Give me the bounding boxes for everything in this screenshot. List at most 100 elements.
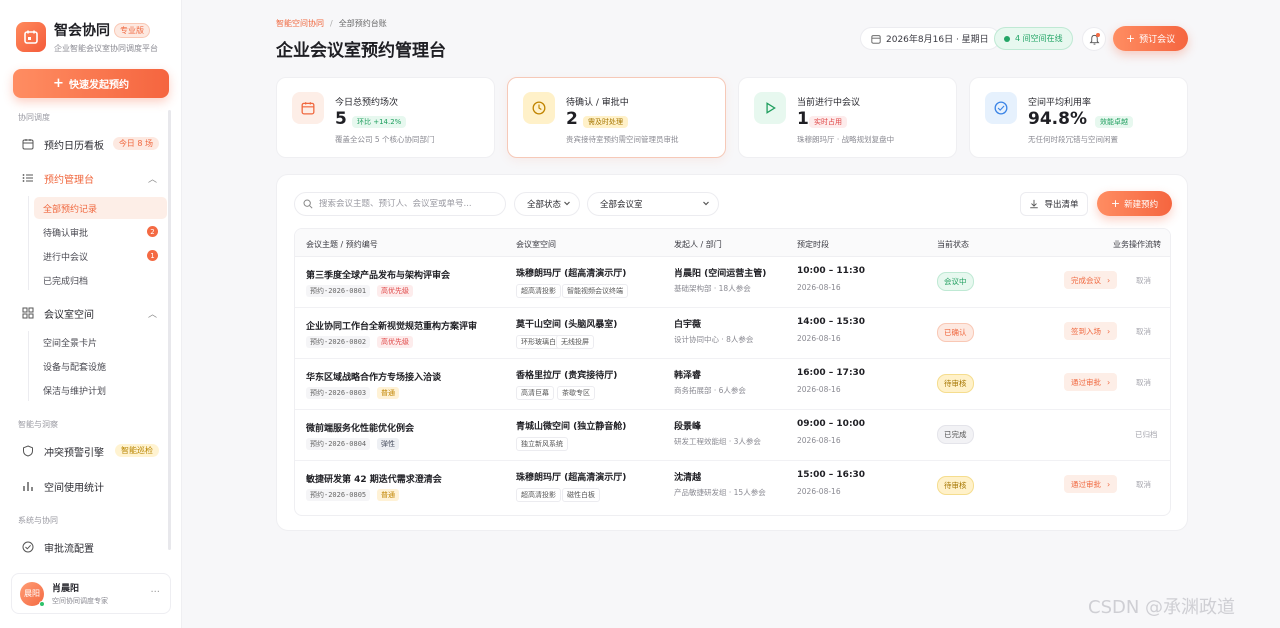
booking-id: 预约-2026-0802	[306, 336, 371, 348]
sub-in-progress[interactable]: 进行中会议 1	[34, 245, 167, 267]
in-progress-count-badge: 1	[147, 250, 158, 261]
nav-usage-stats[interactable]: 空间使用统计	[14, 474, 167, 498]
stat-card-pending[interactable]: 待确认 / 审批中 2 需及时处理 贵宾接待室预约需空间管理员审批	[507, 77, 726, 158]
user-card[interactable]: 晨阳 肖晨阳 空间协同调度专家 ···	[11, 573, 171, 614]
organizer-department: 研发工程效能组 · 3人参会	[674, 437, 761, 446]
user-role: 空间协同调度专家	[52, 597, 108, 605]
facility-tag: 茶歇专区	[557, 386, 595, 400]
chevron-up-icon: ︿	[147, 175, 157, 185]
row-action-button[interactable]: 通过审批 ›	[1064, 475, 1118, 493]
room-name: 珠穆朗玛厅 (超高清演示厅)	[516, 269, 627, 279]
priority-badge: 弹性	[377, 438, 399, 450]
nav-approval-flow[interactable]: 审批流配置	[14, 535, 167, 559]
sub-room-cards[interactable]: 空间全景卡片	[34, 331, 167, 353]
table-row[interactable]: 华东区域战略合作方专场接入洽谈 预约-2026-0803 普通 香格里拉厅 (贵宾接待…	[295, 359, 1170, 410]
avatar: 晨阳	[20, 581, 45, 607]
booking-date: 2026-08-16	[797, 334, 841, 343]
nav-calendar-board[interactable]: 预约日历看板 今日 8 场	[14, 132, 167, 156]
cancel-button[interactable]: 取消	[1136, 275, 1151, 286]
nav-room-space[interactable]: 会议室空间 ︿	[14, 301, 167, 325]
search-input[interactable]	[319, 199, 499, 209]
export-button[interactable]: 导出清单	[1020, 192, 1088, 216]
urgent-badge: 需及时处理	[583, 116, 628, 128]
facility-tag: 高清巨幕	[516, 386, 554, 400]
organizer-name: 韩泽睿	[674, 371, 702, 381]
table-header: 会议主题 / 预约编号 会议室空间 发起人 / 部门 预定时段 当前状态 业务操…	[295, 229, 1170, 257]
nav-booking-management[interactable]: 预约管理台 ︿	[14, 166, 167, 190]
status-dot	[1004, 35, 1010, 42]
chevron-down-icon	[702, 199, 710, 207]
brand-subtitle: 企业智能会议室协同调度平台	[54, 44, 158, 53]
time-slot: 09:00 – 10:00	[797, 419, 866, 429]
more-icon[interactable]: ···	[150, 587, 160, 598]
notification-bell-icon[interactable]	[1082, 27, 1106, 51]
plus-icon: +	[1110, 197, 1121, 210]
nav-conflict-engine[interactable]: 冲突预警引擎 智能巡检	[14, 439, 167, 463]
sub-all-bookings[interactable]: 全部预约记录	[34, 197, 167, 219]
booking-date: 2026-08-16	[797, 385, 841, 394]
cancel-button[interactable]: 取消	[1136, 479, 1151, 490]
stat-value: 5	[335, 109, 347, 129]
calendar-icon	[871, 34, 881, 44]
room-filter-select[interactable]: 全部会议室	[587, 192, 719, 216]
stat-value: 1	[797, 109, 809, 129]
chevron-right-icon: ›	[1107, 275, 1111, 285]
sub-equipment[interactable]: 设备与配套设施	[34, 355, 167, 377]
meeting-title[interactable]: 企业协同工作台全新视觉规范重构方案评审	[306, 319, 477, 332]
booking-table: 会议主题 / 预约编号 会议室空间 发起人 / 部门 预定时段 当前状态 业务操…	[294, 228, 1171, 516]
table-row[interactable]: 企业协同工作台全新视觉规范重构方案评审 预约-2026-0802 高优先级 莫干山空间…	[295, 308, 1170, 359]
room-name: 香格里拉厅 (贵宾接待厅)	[516, 371, 618, 381]
facility-tag: 磁性白板	[562, 488, 600, 502]
meeting-title[interactable]: 微前端服务化性能优化例会	[306, 421, 414, 434]
row-action-button[interactable]: 签到入场 ›	[1064, 322, 1118, 340]
breadcrumb-root[interactable]: 智能空间协同	[276, 19, 324, 28]
booking-date: 2026-08-16	[797, 487, 841, 496]
search-box[interactable]	[294, 192, 506, 216]
plus-icon: +	[1125, 32, 1136, 45]
row-action-button[interactable]: 通过审批 ›	[1064, 373, 1118, 391]
sub-pending-approval[interactable]: 待确认审批 2	[34, 221, 167, 243]
meeting-title[interactable]: 第三季度全球产品发布与架构评审会	[306, 268, 450, 281]
new-booking-button[interactable]: + 新建预约	[1097, 191, 1172, 216]
booking-id: 预约-2026-0803	[306, 387, 371, 399]
plus-icon: +	[53, 76, 64, 91]
booking-date: 2026-08-16	[797, 283, 841, 292]
sub-archived[interactable]: 已完成归档	[34, 269, 167, 291]
status-filter-select[interactable]: 全部状态	[514, 192, 580, 216]
watermark: CSDN @承渊政道	[1088, 597, 1236, 618]
chevron-right-icon: ›	[1107, 479, 1111, 489]
status-badge: 待审核	[937, 476, 974, 495]
calendar-icon	[292, 92, 324, 124]
table-row[interactable]: 微前端服务化性能优化例会 预约-2026-0804 弹性 青城山微空间 (独立静音舱)…	[295, 410, 1170, 461]
book-meeting-button[interactable]: + 预订会议	[1113, 26, 1188, 51]
date-pill[interactable]: 2026年8月16日 · 星期日	[860, 27, 1000, 50]
brand[interactable]: 智会协同 专业版 企业智能会议室协同调度平台	[16, 20, 158, 54]
sidebar-scrollbar[interactable]	[168, 110, 171, 550]
table-row[interactable]: 敏捷研发第 42 期迭代需求澄清会 预约-2026-0805 普通 珠穆朗玛厅 (超高…	[295, 461, 1170, 512]
quick-booking-button[interactable]: + 快速发起预约	[13, 69, 169, 98]
table-row[interactable]: 第三季度全球产品发布与架构评审会 预约-2026-0801 高优先级 珠穆朗玛厅 (超…	[295, 257, 1170, 308]
cancel-button[interactable]: 取消	[1136, 326, 1151, 337]
cancel-button[interactable]: 取消	[1136, 377, 1151, 388]
stat-value: 94.8%	[1028, 109, 1087, 129]
priority-badge: 高优先级	[377, 336, 413, 348]
booking-id: 预约-2026-0801	[306, 285, 371, 297]
stat-card-total[interactable]: 今日总预约场次 5 环比 +14.2% 覆盖全公司 5 个核心协同部门	[276, 77, 495, 158]
meeting-title[interactable]: 华东区域战略合作方专场接入洽谈	[306, 370, 441, 383]
pending-count-badge: 2	[147, 226, 158, 237]
facility-tag: 无线投屏	[556, 335, 594, 349]
chevron-down-icon	[563, 199, 571, 207]
section-label-smart: 智能与洞察	[18, 420, 58, 429]
efficiency-badge: 效能卓越	[1095, 116, 1133, 128]
user-name: 肖晨阳	[52, 584, 80, 594]
organizer-name: 白宇薇	[674, 320, 702, 330]
organizer-name: 沈清越	[674, 473, 702, 483]
stat-card-in-progress[interactable]: 当前进行中会议 1 实时占用 珠穆朗玛厅 · 战略规划复盘中	[738, 77, 957, 158]
stat-card-utilization[interactable]: 空间平均利用率 94.8% 效能卓越 无任何时段冗错与空间闲置	[969, 77, 1188, 158]
section-label-scheduling: 协同调度	[18, 113, 50, 122]
meeting-title[interactable]: 敏捷研发第 42 期迭代需求澄清会	[306, 472, 442, 485]
booking-id: 预约-2026-0805	[306, 489, 371, 501]
organizer-department: 产品敏捷研发组 · 15人参会	[674, 488, 766, 497]
row-action-button[interactable]: 完成会议 ›	[1064, 271, 1118, 289]
sub-maintenance[interactable]: 保洁与维护计划	[34, 379, 167, 401]
